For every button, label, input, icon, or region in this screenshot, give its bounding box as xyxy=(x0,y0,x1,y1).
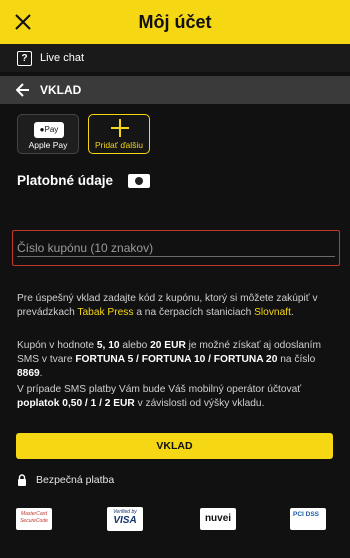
secure-payment-label: Bezpečná platba xyxy=(36,474,115,486)
apple-pay-option[interactable]: ●Pay Apple Pay xyxy=(17,114,79,154)
section-header: VKLAD xyxy=(0,76,350,104)
apple-pay-badge-text: Pay xyxy=(44,125,59,134)
coupon-input[interactable] xyxy=(13,231,339,265)
visa-top-text: Verified by xyxy=(113,509,137,515)
lock-icon xyxy=(18,474,26,486)
coupon-field[interactable] xyxy=(12,230,340,266)
chat-question-icon: ? xyxy=(17,50,32,66)
slovnaft-link[interactable]: Slovnaft xyxy=(254,307,291,318)
pci-dss-logo: PCI DSS xyxy=(290,508,326,530)
info-paragraph-2: Kupón v hodnote 5, 10 alebo 20 EUR je mo… xyxy=(17,340,322,379)
top-bar: Môj účet xyxy=(0,0,350,44)
nuvei-logo: nuvei xyxy=(200,508,236,530)
section-title: VKLAD xyxy=(40,83,82,97)
secure-payment: Bezpečná platba xyxy=(17,474,114,486)
mastercard-securecode-logo: MasterCard SecureCode xyxy=(16,508,52,530)
add-payment-method-button[interactable]: Pridať ďalšiu xyxy=(88,114,150,154)
info-paragraph-1: Pre úspešný vklad zadajte kód z kupónu, … xyxy=(17,293,318,318)
payment-details-title: Platobné údaje xyxy=(17,173,114,188)
card-icon xyxy=(128,174,150,188)
add-payment-label: Pridať ďalšiu xyxy=(94,140,144,150)
apple-pay-label: Apple Pay xyxy=(28,140,68,150)
visa-main-text: VISA xyxy=(113,515,137,526)
info-paragraph-3: V prípade SMS platby Vám bude Váš mobiln… xyxy=(17,384,302,409)
arrow-left-icon[interactable] xyxy=(16,83,30,97)
verified-by-visa-logo: Verified by VISA xyxy=(107,507,143,531)
live-chat-link[interactable]: ? Live chat xyxy=(0,44,350,72)
deposit-button[interactable]: VKLAD xyxy=(16,433,333,459)
tabak-press-link[interactable]: Tabak Press xyxy=(77,307,133,318)
apple-pay-badge: ●Pay xyxy=(34,122,64,138)
live-chat-label: Live chat xyxy=(40,52,85,64)
page-title: Môj účet xyxy=(138,12,212,32)
